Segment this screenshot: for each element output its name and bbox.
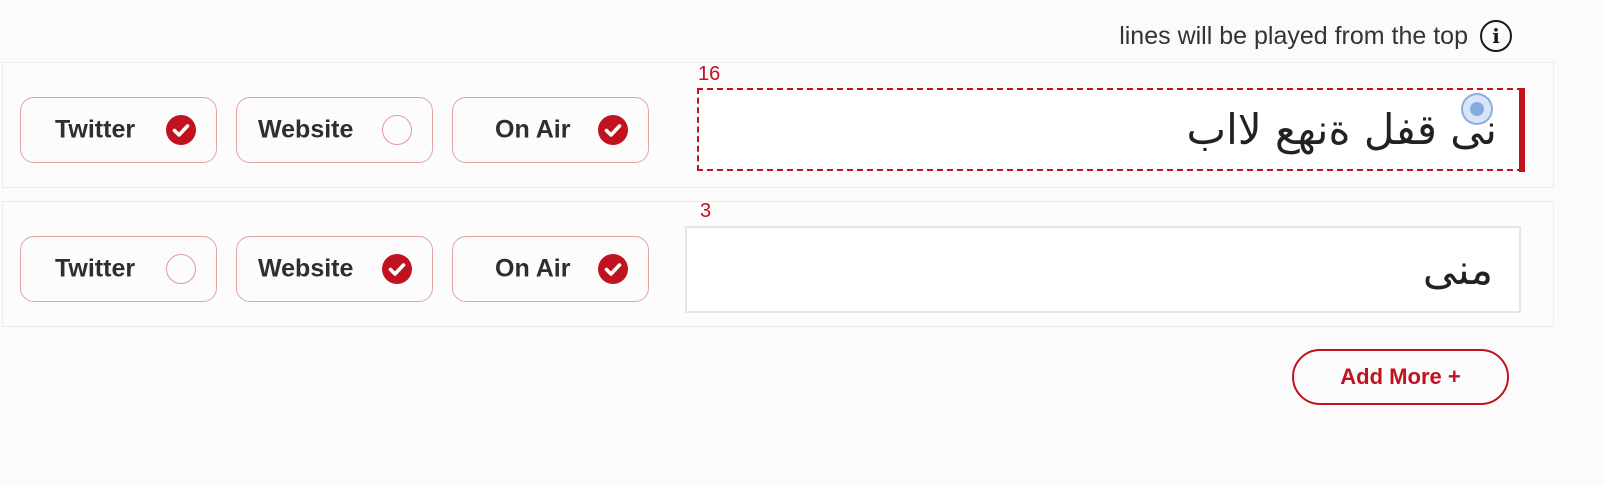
website-toggle[interactable]: Website (236, 97, 433, 163)
website-label: Website (258, 115, 354, 144)
line-text-input[interactable]: منى (685, 226, 1521, 313)
ticker-lines-panel: lines will be played from the top i Twit… (0, 0, 1604, 485)
check-icon[interactable] (598, 115, 628, 145)
info-text: lines will be played from the top (1119, 21, 1468, 50)
character-counter: 16 (698, 63, 721, 85)
line-row: Twitter Website On Air 16 نى قفل ةنهع لا… (2, 62, 1554, 188)
website-toggle[interactable]: Website (236, 236, 433, 302)
focus-accent-bar (1519, 88, 1525, 172)
check-icon[interactable] (382, 254, 412, 284)
on-air-label: On Air (495, 115, 571, 144)
info-line: lines will be played from the top i (1119, 18, 1512, 54)
check-icon[interactable] (166, 115, 196, 145)
on-air-label: On Air (495, 254, 571, 283)
check-icon[interactable] (598, 254, 628, 284)
twitter-toggle[interactable]: Twitter (20, 97, 217, 163)
add-more-button[interactable]: Add More + (1292, 349, 1509, 405)
on-air-toggle[interactable]: On Air (452, 236, 649, 302)
on-air-toggle[interactable]: On Air (452, 97, 649, 163)
check-icon[interactable] (382, 115, 412, 145)
twitter-label: Twitter (55, 254, 136, 283)
character-counter: 3 (700, 200, 712, 222)
info-icon[interactable]: i (1480, 20, 1512, 52)
website-label: Website (258, 254, 354, 283)
twitter-toggle[interactable]: Twitter (20, 236, 217, 302)
twitter-label: Twitter (55, 115, 136, 144)
check-icon[interactable] (166, 254, 196, 284)
line-text-input[interactable]: نى قفل ةنهع لااب (697, 88, 1523, 171)
line-row: Twitter Website On Air 3 منى (2, 200, 1554, 327)
